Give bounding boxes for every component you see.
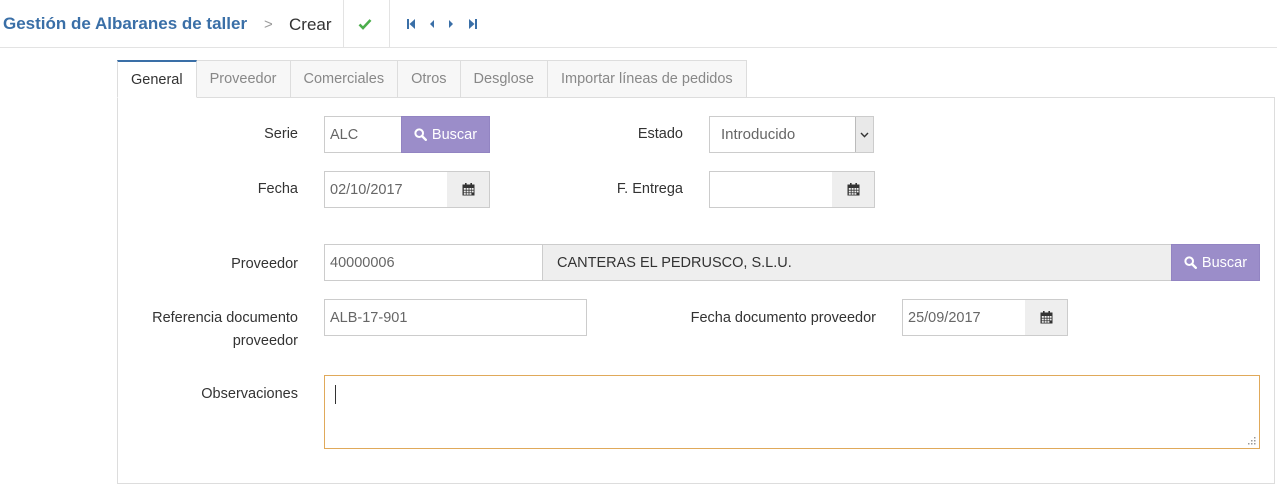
estado-value: Introducido <box>721 126 796 143</box>
check-icon <box>358 19 372 30</box>
previous-record-icon <box>430 20 434 28</box>
last-record-icon <box>469 19 477 29</box>
last-record-button[interactable] <box>465 12 481 36</box>
breadcrumb-current: Crear <box>289 15 332 34</box>
calendar-icon <box>847 183 859 196</box>
toolbar-divider <box>343 0 344 48</box>
next-record-button[interactable] <box>444 12 458 36</box>
tab-bar: General Proveedor Comerciales Otros Desg… <box>117 60 747 98</box>
proveedor-code-input[interactable]: 40000006 <box>324 244 543 281</box>
search-icon <box>414 128 427 141</box>
referencia-label: Referencia documento proveedor <box>120 307 298 353</box>
serie-label: Serie <box>264 126 298 142</box>
fecha-label: Fecha <box>257 181 298 197</box>
breadcrumb-app-link[interactable]: Gestión de Albaranes de taller <box>3 14 247 34</box>
top-bar: Gestión de Albaranes de taller > Crear <box>0 0 1277 48</box>
f-entrega-calendar-button[interactable] <box>832 171 875 208</box>
fecha-input[interactable]: 02/10/2017 <box>324 171 448 208</box>
observaciones-textarea[interactable] <box>324 375 1260 449</box>
tab-general[interactable]: General <box>117 60 197 98</box>
fecha-doc-input[interactable]: 25/09/2017 <box>902 299 1026 336</box>
serie-input[interactable]: ALC <box>324 116 402 153</box>
f-entrega-label: F. Entrega <box>616 181 683 197</box>
breadcrumb-separator: > <box>264 16 273 33</box>
serie-search-button[interactable]: Buscar <box>401 116 490 153</box>
referencia-label-line1: Referencia documento <box>152 310 298 326</box>
tab-comerciales[interactable]: Comerciales <box>290 60 399 98</box>
previous-record-button[interactable] <box>425 12 439 36</box>
estado-select[interactable]: Introducido <box>709 116 874 153</box>
resize-grip-icon[interactable] <box>1248 437 1256 445</box>
proveedor-label: Proveedor <box>231 256 298 272</box>
fecha-doc-calendar-button[interactable] <box>1025 299 1068 336</box>
proveedor-name-field: CANTERAS EL PEDRUSCO, S.L.U. <box>542 244 1172 281</box>
tab-proveedor[interactable]: Proveedor <box>196 60 291 98</box>
first-record-icon <box>407 19 415 29</box>
proveedor-search-button[interactable]: Buscar <box>1171 244 1260 281</box>
fecha-doc-label: Fecha documento proveedor <box>690 310 876 326</box>
tab-importar-lineas[interactable]: Importar líneas de pedidos <box>548 60 747 98</box>
tab-desglose[interactable]: Desglose <box>460 60 548 98</box>
calendar-icon <box>462 183 474 196</box>
next-record-icon <box>449 20 453 28</box>
proveedor-search-label: Buscar <box>1201 254 1248 271</box>
f-entrega-input[interactable] <box>709 171 833 208</box>
save-button[interactable] <box>352 12 378 36</box>
text-caret <box>335 385 336 404</box>
calendar-icon <box>1040 311 1052 324</box>
chevron-down-icon <box>855 117 873 152</box>
observaciones-label: Observaciones <box>201 386 298 402</box>
referencia-input[interactable]: ALB-17-901 <box>324 299 587 336</box>
serie-search-label: Buscar <box>431 126 478 143</box>
estado-label: Estado <box>637 126 683 142</box>
fecha-calendar-button[interactable] <box>447 171 490 208</box>
search-icon <box>1184 256 1197 269</box>
first-record-button[interactable] <box>403 12 419 36</box>
referencia-label-line2: proveedor <box>232 333 298 349</box>
tab-otros[interactable]: Otros <box>398 60 461 98</box>
toolbar-divider <box>389 0 390 48</box>
